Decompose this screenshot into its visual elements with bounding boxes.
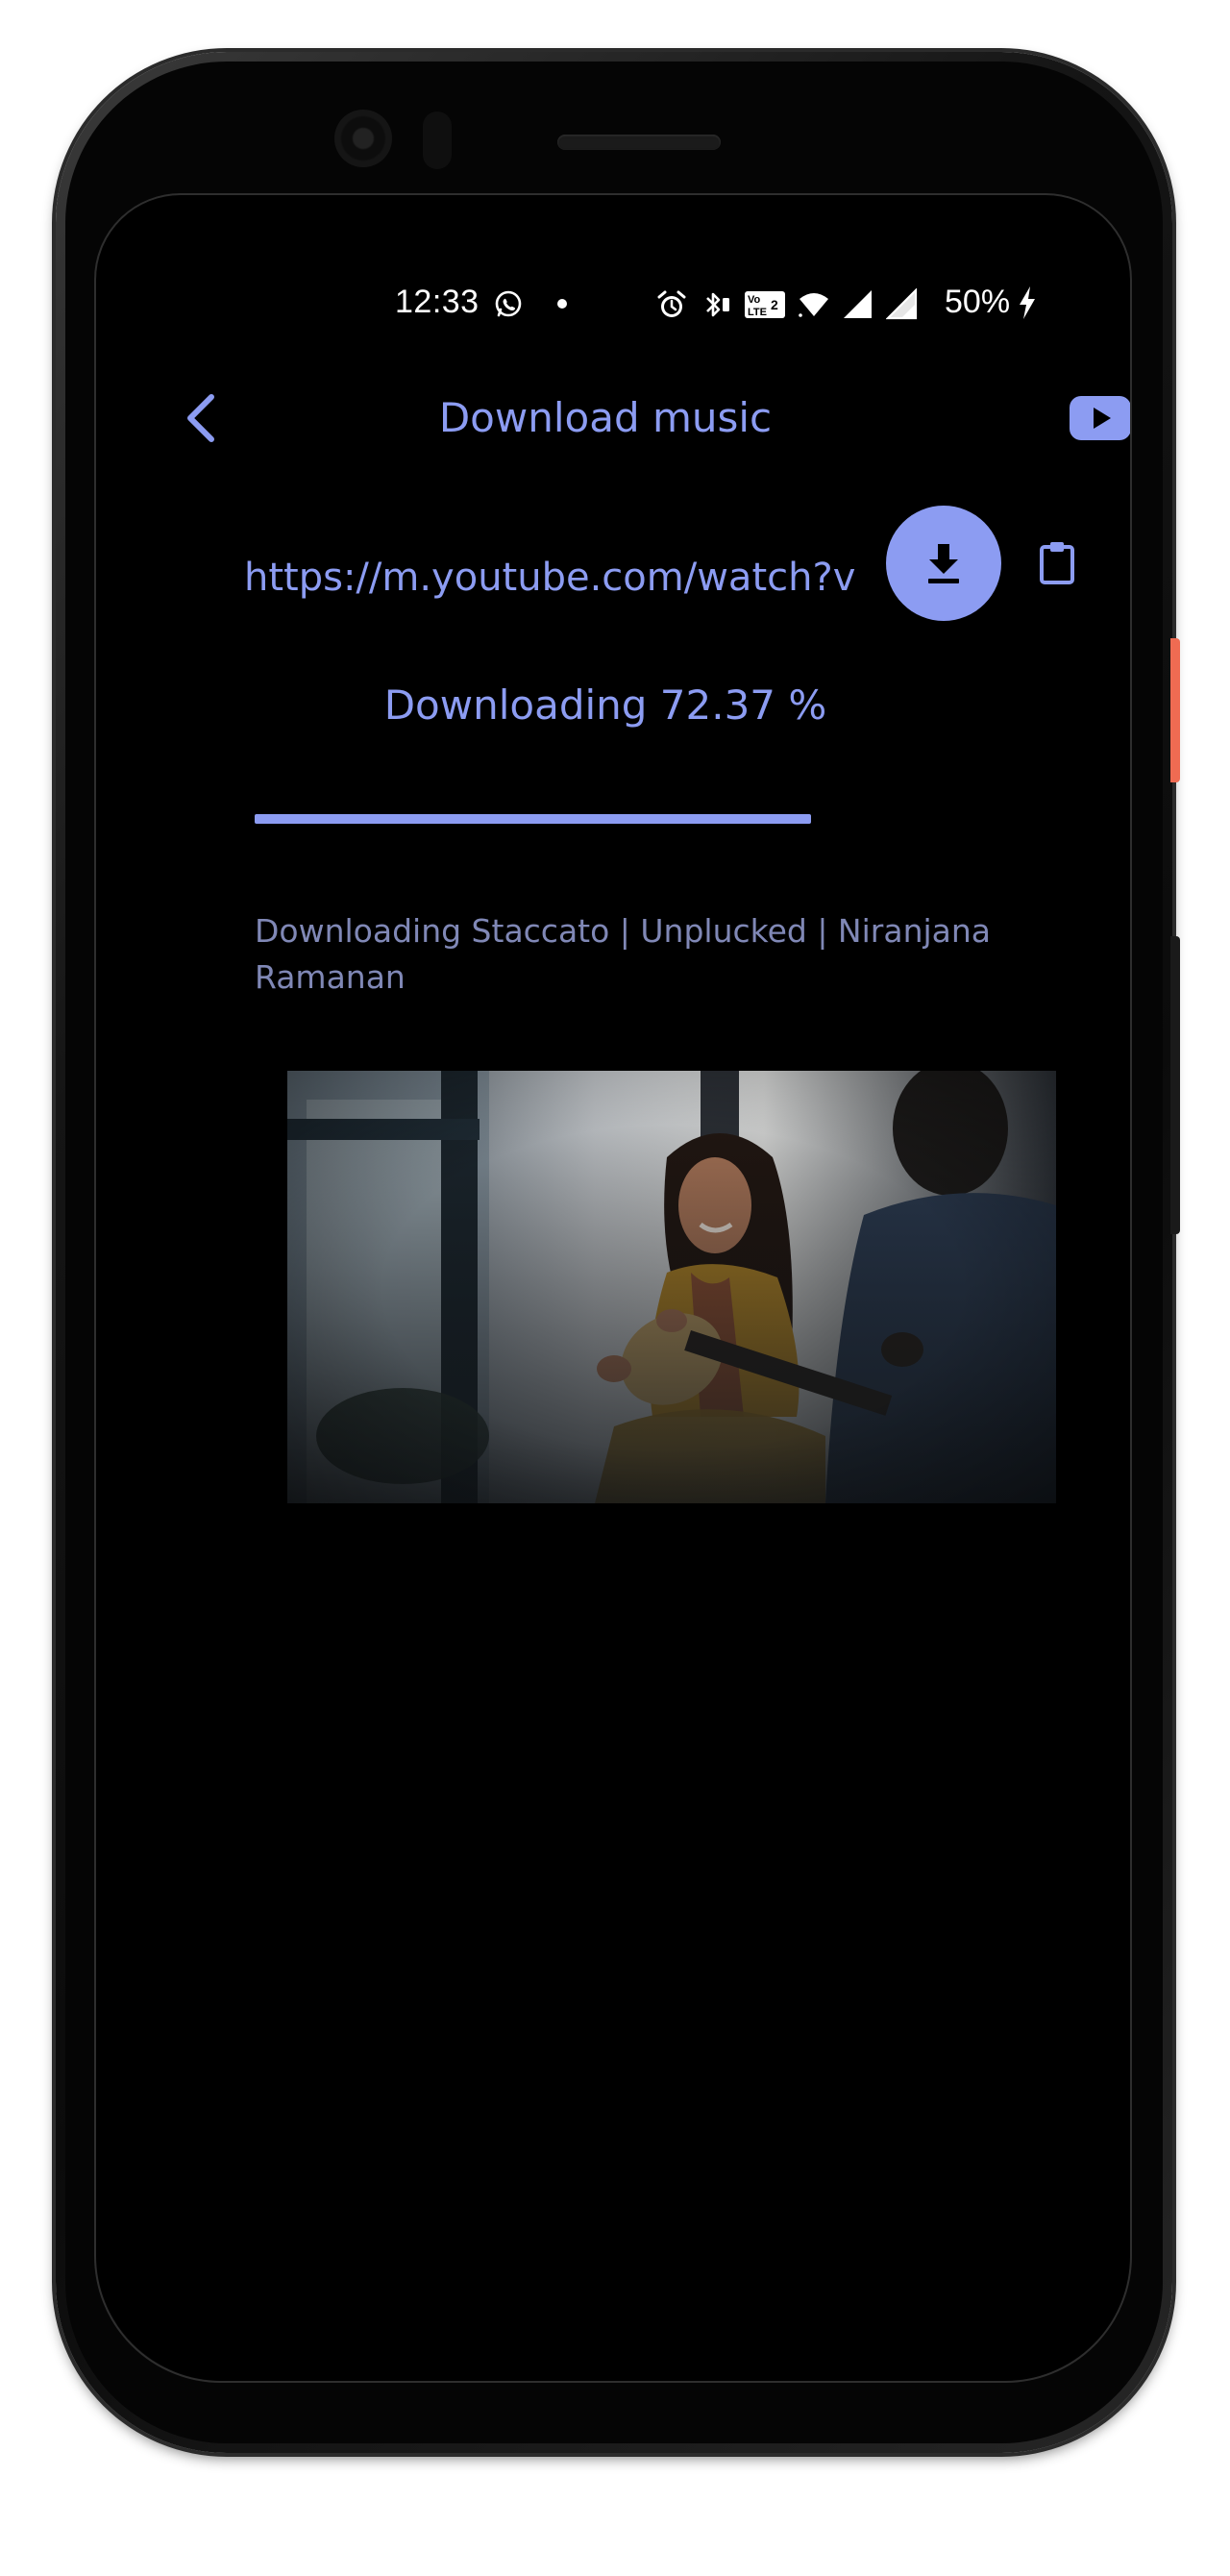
paste-button[interactable] (1030, 536, 1084, 590)
chevron-left-icon (187, 394, 214, 442)
battery-percent: 50% (945, 284, 1011, 320)
url-input[interactable] (244, 544, 907, 611)
video-thumbnail-image (287, 1071, 1056, 1503)
download-button[interactable] (886, 506, 1001, 621)
youtube-button[interactable] (1069, 395, 1132, 441)
progress-label: Downloading 72.37 % (383, 681, 827, 729)
front-camera (334, 110, 392, 167)
current-download-title: Downloading Staccato | Unplucked | Niran… (255, 912, 992, 996)
volte-icon: Vo LTE 2 (745, 291, 785, 318)
earpiece-speaker (557, 135, 721, 150)
status-icons: Vo LTE 2 (655, 287, 919, 322)
video-thumbnail (287, 1071, 1056, 1503)
progress-bar-fill (255, 814, 811, 824)
bluetooth-icon (706, 292, 729, 317)
svg-text:2: 2 (771, 297, 778, 312)
status-time: 12:33 (395, 284, 480, 320)
volume-button (1170, 936, 1180, 1234)
proximity-sensor (423, 111, 452, 169)
screen: 12:33 Vo LTE 2 50% Download music https:… (96, 193, 1132, 2381)
power-button (1170, 638, 1180, 782)
phone-frame: 12:33 Vo LTE 2 50% Download music https:… (56, 52, 1180, 2453)
download-icon (928, 544, 959, 583)
page-title: Download music (438, 394, 773, 441)
youtube-icon (1070, 396, 1131, 440)
alarm-icon (657, 290, 686, 317)
wifi-icon (799, 293, 828, 317)
signal-icon-2 (886, 288, 918, 320)
back-button[interactable] (171, 389, 229, 447)
signal-icon (844, 290, 872, 318)
svg-text:LTE: LTE (748, 307, 767, 318)
notification-dot (557, 299, 567, 309)
whatsapp-icon (495, 290, 522, 317)
clipboard-icon (1040, 542, 1074, 584)
charging-bolt-icon (1020, 286, 1035, 319)
status-bar: 12:33 Vo LTE 2 50% (96, 284, 1132, 332)
svg-text:Vo: Vo (748, 294, 761, 306)
progress-bar (255, 814, 1023, 824)
